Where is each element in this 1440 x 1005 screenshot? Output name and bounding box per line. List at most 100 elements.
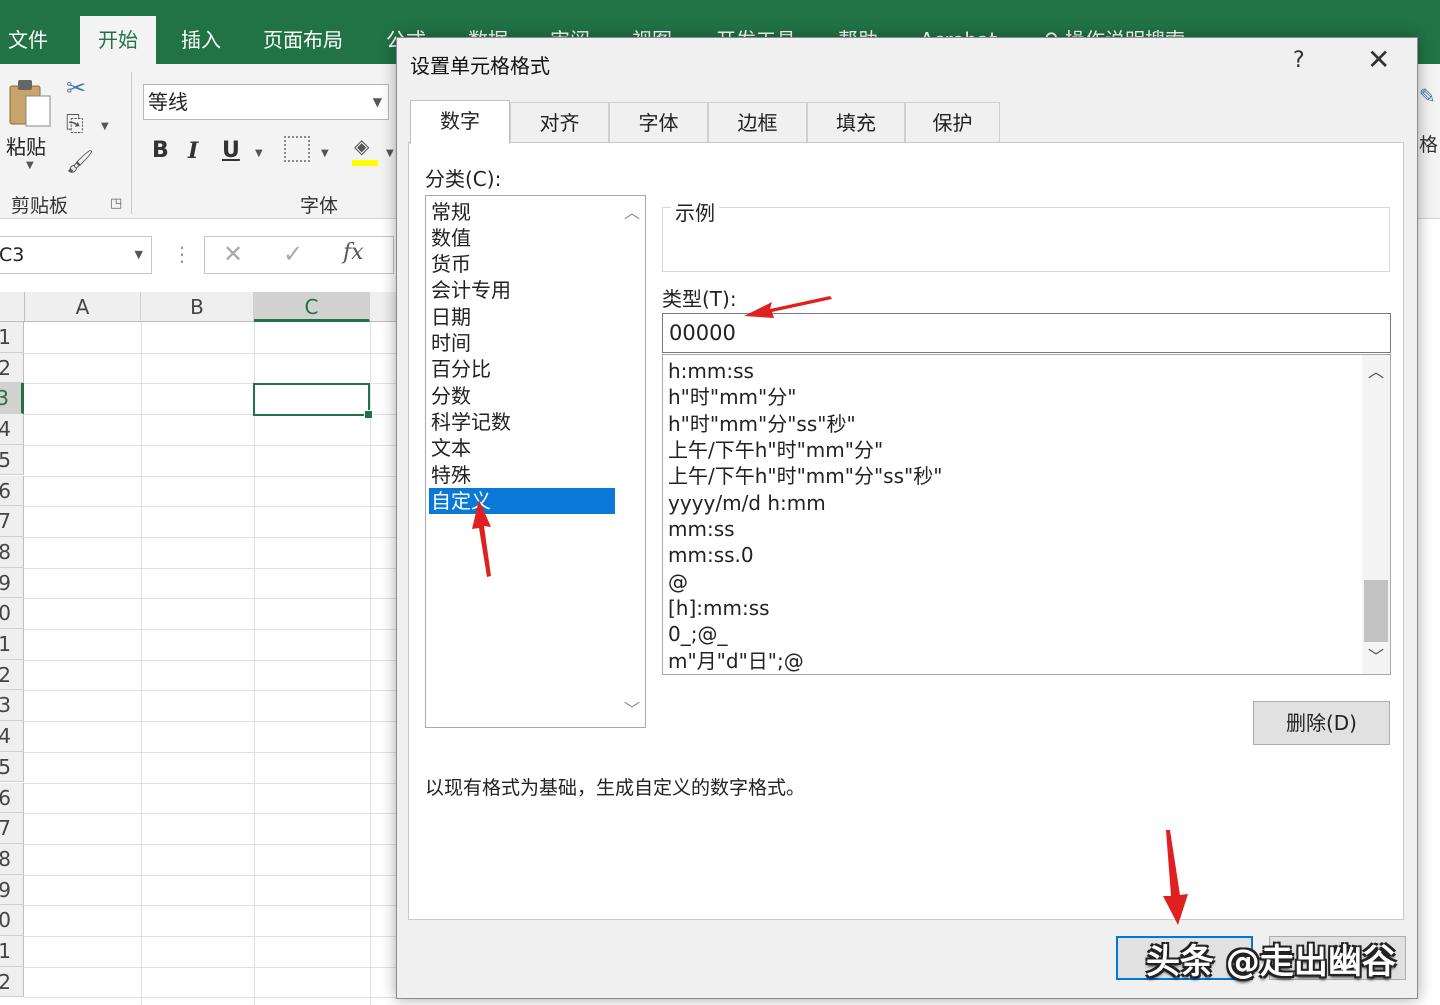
paste-button[interactable]: 粘贴 ▼ — [6, 76, 56, 186]
row-header[interactable]: 15 — [0, 751, 24, 783]
format-painter-icon[interactable]: 🖌 — [66, 150, 94, 175]
row-header[interactable]: 10 — [0, 598, 24, 629]
category-scrollbar[interactable]: ︿ ﹀ — [619, 196, 645, 727]
type-list-item[interactable]: h"时"mm"分" — [668, 384, 796, 410]
row-header[interactable]: 7 — [0, 506, 24, 537]
row-number: 18 — [0, 847, 11, 871]
row-header[interactable]: 12 — [0, 659, 24, 691]
tab-file[interactable]: 文件 — [8, 22, 48, 58]
column-header-c[interactable]: C — [254, 292, 370, 322]
category-item[interactable]: 分数 — [429, 383, 615, 409]
row-header[interactable]: 6 — [0, 475, 24, 507]
chevron-up-icon[interactable]: ︿ — [619, 200, 645, 226]
chevron-down-icon: ▼ — [321, 148, 329, 159]
chevron-down-icon[interactable]: ﹀ — [619, 697, 645, 723]
format-icon[interactable]: ✎ — [1419, 84, 1436, 108]
cancel-icon[interactable]: ✕ — [223, 240, 243, 268]
type-list-item[interactable]: 0_;@_ — [668, 621, 727, 647]
row-header[interactable]: 18 — [0, 843, 24, 875]
category-item[interactable]: 会计专用 — [429, 277, 615, 303]
type-list-item[interactable]: 上午/下午h"时"mm"分" — [668, 437, 883, 463]
select-all-corner[interactable] — [0, 292, 25, 322]
type-input[interactable]: 00000 — [662, 313, 1391, 353]
type-list-item[interactable]: yyyy/m/d h:mm — [668, 490, 826, 516]
insert-function-button[interactable]: fx — [343, 240, 364, 265]
row-header[interactable]: 1 — [0, 322, 24, 353]
grid-row-line — [24, 813, 400, 815]
copy-icon[interactable]: ⎘ — [66, 112, 84, 137]
category-item[interactable]: 时间 — [429, 330, 615, 356]
dialog-tab-fill[interactable]: 填充 — [807, 102, 905, 142]
type-list-item[interactable]: 上午/下午h"时"mm"分"ss"秒" — [668, 463, 942, 489]
row-header[interactable]: 22 — [0, 966, 24, 998]
row-header[interactable]: 11 — [0, 629, 24, 660]
row-header[interactable]: 16 — [0, 782, 24, 814]
help-button[interactable]: ? — [1293, 48, 1305, 73]
row-header[interactable]: 5 — [0, 444, 24, 476]
cut-icon[interactable]: ✂ — [66, 74, 86, 102]
name-box[interactable]: C3 ▼ — [0, 236, 152, 274]
chevron-up-icon[interactable]: ︿ — [1362, 359, 1390, 385]
dialog-tab-alignment[interactable]: 对齐 — [510, 102, 609, 142]
category-list[interactable]: 常规 数值 货币 会计专用 日期 时间 百分比 分数 科学记数 文本 特殊 自定… — [425, 195, 646, 728]
type-list-item[interactable]: m"月"d"日";@ — [668, 648, 804, 674]
tab-page-layout[interactable]: 页面布局 — [263, 22, 343, 58]
tab-home[interactable]: 开始 — [80, 16, 156, 64]
row-number: 19 — [0, 878, 11, 902]
type-list-item[interactable]: h"时"mm"分"ss"秒" — [668, 411, 856, 437]
type-label: 类型(T): — [662, 287, 737, 311]
delete-button[interactable]: 删除(D) — [1253, 701, 1390, 745]
dialog-launcher-icon[interactable]: ◳ — [110, 196, 122, 211]
dialog-tab-number[interactable]: 数字 — [410, 100, 510, 144]
type-list-item[interactable]: mm:ss — [668, 516, 735, 542]
row-header[interactable]: 3 — [0, 383, 24, 415]
type-list-item[interactable]: [h]:mm:ss — [668, 595, 770, 621]
border-icon[interactable] — [284, 136, 310, 162]
row-number: 10 — [0, 601, 11, 625]
italic-button[interactable]: I — [188, 138, 198, 164]
type-list[interactable]: h:mm:ss h"时"mm"分" h"时"mm"分"ss"秒" 上午/下午h"… — [662, 354, 1391, 675]
row-header[interactable]: 20 — [0, 905, 24, 936]
row-header[interactable]: 17 — [0, 813, 24, 844]
category-item[interactable]: 科学记数 — [429, 409, 615, 435]
underline-button[interactable]: U — [222, 138, 240, 163]
tab-insert[interactable]: 插入 — [181, 22, 221, 58]
row-header[interactable]: 13 — [0, 690, 24, 722]
dialog-tab-protection[interactable]: 保护 — [905, 102, 1000, 142]
row-number: 11 — [0, 632, 11, 656]
active-cell-c3[interactable] — [253, 383, 373, 419]
category-item[interactable]: 特殊 — [429, 462, 615, 488]
scrollbar-thumb[interactable] — [1364, 580, 1388, 642]
fill-color-icon[interactable]: ◈ — [352, 134, 378, 166]
category-item[interactable]: 文本 — [429, 435, 615, 461]
category-item[interactable]: 百分比 — [429, 356, 615, 382]
row-header[interactable]: 8 — [0, 536, 24, 568]
row-header[interactable]: 2 — [0, 352, 24, 384]
row-header[interactable]: 19 — [0, 874, 24, 906]
column-header-b[interactable]: B — [141, 292, 254, 322]
chevron-down-icon[interactable]: ﹀ — [1362, 644, 1390, 670]
enter-icon[interactable]: ✓ — [283, 240, 303, 268]
type-list-item[interactable]: h:mm:ss — [668, 358, 754, 384]
row-header[interactable]: 4 — [0, 414, 24, 445]
column-header-a[interactable]: A — [25, 292, 141, 322]
row-header[interactable]: 14 — [0, 721, 24, 752]
grid-row-line — [24, 721, 400, 723]
category-item[interactable]: 货币 — [429, 251, 615, 277]
dialog-tab-font[interactable]: 字体 — [609, 102, 708, 142]
category-item-custom[interactable]: 自定义 — [429, 488, 615, 514]
type-list-item[interactable]: @ — [668, 569, 688, 595]
type-list-scrollbar[interactable]: ︿ ﹀ — [1362, 355, 1390, 674]
dialog-tab-border[interactable]: 边框 — [708, 102, 807, 142]
row-header[interactable]: 9 — [0, 567, 24, 599]
grid-row-line — [24, 659, 400, 661]
close-button[interactable]: ✕ — [1367, 46, 1390, 74]
font-name-dropdown[interactable]: 等线 ▼ — [143, 84, 389, 120]
type-list-item[interactable]: mm:ss.0 — [668, 542, 754, 568]
row-number: 13 — [0, 693, 11, 717]
category-item[interactable]: 数值 — [429, 225, 615, 251]
row-header[interactable]: 21 — [0, 936, 24, 967]
category-item[interactable]: 日期 — [429, 304, 615, 330]
category-item[interactable]: 常规 — [429, 199, 615, 225]
bold-button[interactable]: B — [152, 138, 169, 163]
